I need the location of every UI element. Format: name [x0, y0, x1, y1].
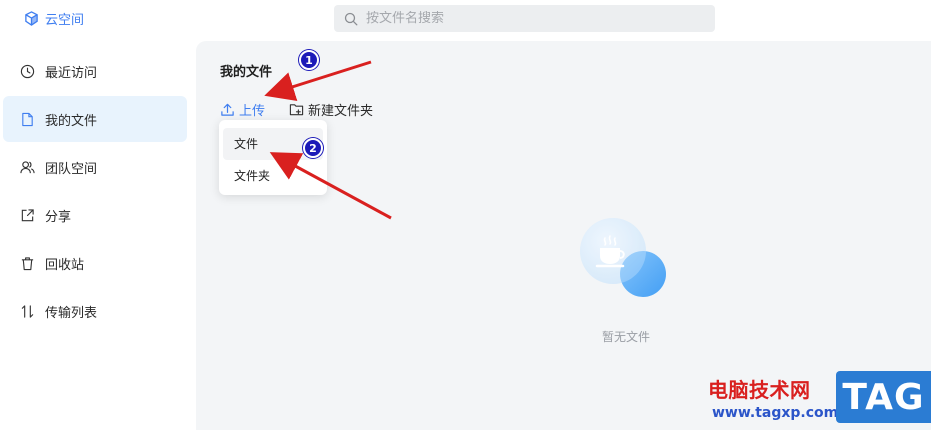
- sidebar-item-label: 分享: [45, 209, 72, 225]
- sidebar-item-label: 我的文件: [45, 113, 98, 129]
- sidebar-item-my-files[interactable]: 我的文件: [3, 96, 187, 142]
- team-icon: [20, 160, 35, 173]
- watermark-site-name: 电脑技术网: [708, 378, 811, 402]
- brand[interactable]: 云空间: [24, 9, 84, 28]
- menu-item-upload-folder[interactable]: 文件夹: [223, 160, 323, 192]
- page-title: 我的文件: [220, 65, 273, 80]
- search-icon: [344, 12, 358, 25]
- new-folder-label: 新建文件夹: [308, 104, 374, 119]
- share-icon: [21, 208, 34, 221]
- empty-state-text: 暂无文件: [601, 330, 650, 344]
- sidebar-item-label: 最近访问: [45, 65, 98, 81]
- sidebar-item-label: 传输列表: [45, 305, 98, 321]
- file-icon: [22, 112, 33, 126]
- sidebar-item-share[interactable]: 分享: [3, 192, 187, 238]
- step-badge-1: 1: [299, 50, 319, 70]
- trash-icon: [21, 256, 34, 270]
- step-badge-2: 2: [303, 138, 323, 158]
- watermark-tag-logo: TAG: [836, 371, 931, 423]
- sidebar-item-recycle-bin[interactable]: 回收站: [3, 240, 187, 286]
- search-input[interactable]: [366, 11, 686, 26]
- sidebar-item-recent[interactable]: 最近访问: [3, 48, 187, 94]
- app-window: 云空间 最近访问 我的文件: [0, 0, 931, 430]
- upload-label: 上传: [239, 104, 266, 119]
- empty-state: 暂无文件: [576, 216, 676, 345]
- upload-icon: [221, 103, 234, 116]
- toolbar: 上传 新建文件夹: [220, 100, 373, 119]
- upload-button[interactable]: 上传: [220, 100, 265, 119]
- clock-icon: [20, 64, 35, 78]
- cube-icon: [25, 11, 38, 26]
- coffee-cup-icon: [576, 216, 676, 306]
- sidebar-item-team-space[interactable]: 团队空间: [3, 144, 187, 190]
- watermark-url: www.tagxp.com: [712, 405, 839, 421]
- brand-name: 云空间: [45, 13, 85, 28]
- sidebar-item-transfer-list[interactable]: 传输列表: [3, 288, 187, 334]
- search-box[interactable]: [334, 5, 715, 32]
- sidebar-item-label: 团队空间: [45, 161, 98, 177]
- new-folder-button[interactable]: 新建文件夹: [289, 100, 373, 119]
- transfer-icon: [21, 304, 34, 318]
- main-panel: 我的文件 上传 新建文件夹 文件 文件夹 暂无文件: [196, 41, 931, 430]
- folder-plus-icon: [289, 104, 304, 116]
- sidebar-item-label: 回收站: [45, 257, 85, 273]
